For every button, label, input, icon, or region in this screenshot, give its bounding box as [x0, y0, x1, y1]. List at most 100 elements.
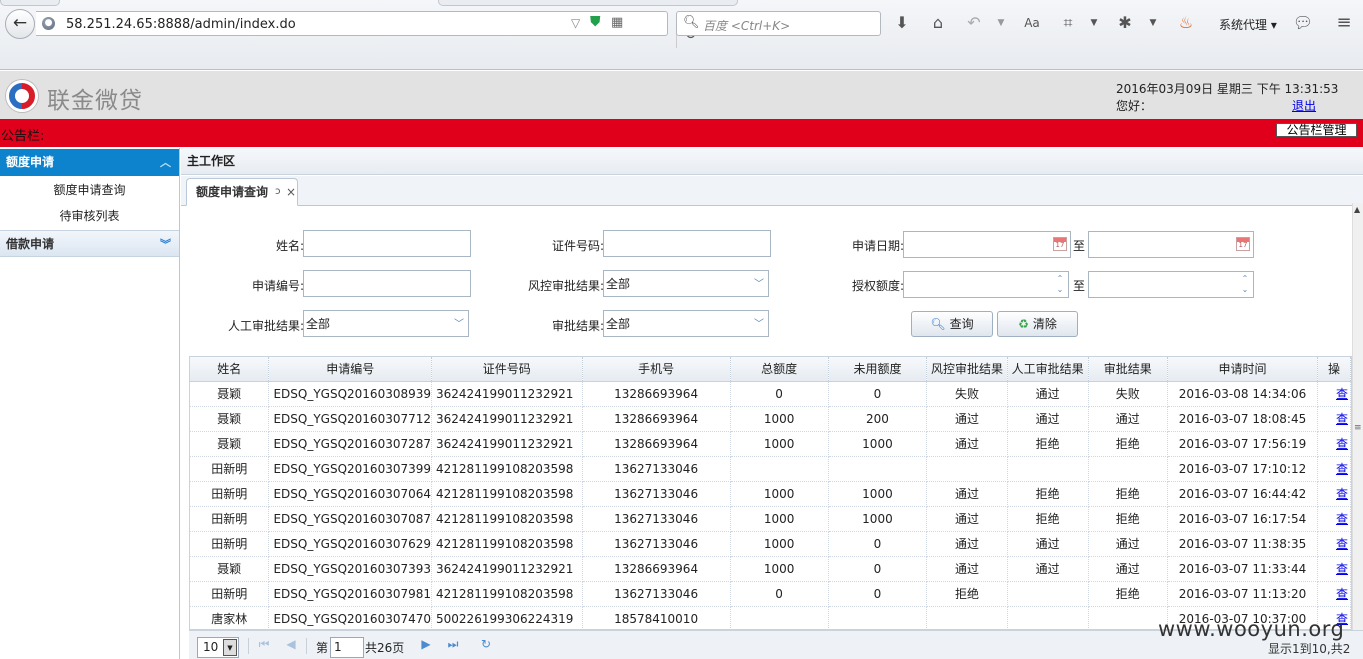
spinner-icon[interactable]: ⌃ ⌄	[1238, 273, 1252, 296]
sidebar-item-credit-query[interactable]: 额度申请查询	[0, 181, 179, 198]
column-header[interactable]: 操	[1317, 357, 1351, 382]
table-row[interactable]: 田新明 EDSQ_YGSQ20160307087 42128119910820359…	[190, 506, 1351, 532]
view-link[interactable]: 查	[1336, 512, 1348, 526]
view-link[interactable]: 查	[1336, 562, 1348, 576]
logout-link[interactable]: 退出	[1292, 97, 1316, 114]
notice-manage-button[interactable]: 公告栏管理	[1276, 123, 1357, 137]
workarea-title: 主工作区	[181, 148, 1363, 175]
refresh-icon[interactable]: ↻	[479, 637, 493, 651]
address-bar[interactable]: ● 58.251.24.65:8888/admin/index.do ▽ ⛊ ▦…	[36, 11, 697, 48]
apply-date-end-input[interactable]: 17	[1088, 231, 1254, 258]
browser-tab[interactable]	[438, 0, 738, 6]
last-page-icon[interactable]: ⏭	[446, 637, 460, 652]
sidebar-item-pending-review[interactable]: 待审核列表	[0, 207, 179, 224]
table-cell	[828, 606, 928, 629]
dropdown-icon[interactable]: ▼	[223, 639, 237, 656]
close-icon[interactable]: ×	[286, 179, 296, 205]
credit-min-input[interactable]: ⌃ ⌄	[903, 271, 1069, 298]
apply-date-start-input[interactable]: 17	[903, 231, 1071, 258]
column-header[interactable]: 未用额度	[828, 357, 928, 382]
scroll-up-icon[interactable]: ▲	[1354, 205, 1360, 214]
crop-icon[interactable]: ⌗	[1057, 12, 1079, 34]
table-row[interactable]: 聂颖 EDSQ_YGSQ20160308939 362424199011232921…	[190, 381, 1351, 407]
chevron-down-icon[interactable]: ︾	[160, 231, 171, 258]
first-page-icon[interactable]: ⏮	[257, 637, 271, 652]
fire-icon[interactable]: ♨	[1175, 12, 1197, 34]
column-header[interactable]: 申请编号	[268, 357, 433, 382]
dropdown-icon[interactable]: ▼	[1083, 12, 1105, 34]
apply-no-input[interactable]	[303, 270, 471, 297]
table-cell: 聂颖	[190, 381, 270, 407]
name-input[interactable]	[303, 230, 471, 257]
column-header[interactable]: 风控审批结果	[926, 357, 1008, 382]
back-button[interactable]: ←	[5, 9, 35, 39]
column-header[interactable]: 总额度	[730, 357, 829, 382]
page-number-input[interactable]: 1	[330, 637, 364, 658]
separator	[248, 638, 249, 654]
next-page-icon[interactable]: ▶	[419, 637, 433, 651]
chevron-down-icon[interactable]: ﹀	[754, 271, 764, 298]
tab-credit-query[interactable]: 额度申请查询 ↄ ×	[186, 178, 298, 206]
view-link[interactable]: 查	[1336, 412, 1348, 426]
chevron-down-icon[interactable]: ﹀	[754, 311, 764, 338]
page-size-select[interactable]: 10 ▼	[197, 637, 239, 658]
reader-icon[interactable]: Aa	[1021, 12, 1043, 34]
dropdown-arrow-icon[interactable]: ▽	[571, 16, 580, 30]
manual-result-select[interactable]: 全部 ﹀	[303, 310, 469, 337]
table-row[interactable]: 田新明 EDSQ_YGSQ20160307064 42128119910820359…	[190, 481, 1351, 507]
table-cell: 查	[1317, 581, 1351, 607]
query-button[interactable]: 🔍︎ 查询	[911, 311, 993, 337]
column-header[interactable]: 证件号码	[431, 357, 583, 382]
view-link[interactable]: 查	[1336, 537, 1348, 551]
table-cell: 13286693964	[582, 556, 731, 582]
sidebar-section-loan-apply[interactable]: 借款申请 ︾	[0, 230, 179, 257]
approve-result-select[interactable]: 全部 ﹀	[603, 310, 769, 337]
home-icon[interactable]: ⌂	[927, 12, 949, 34]
download-icon[interactable]: ⬇	[891, 12, 913, 34]
risk-result-select[interactable]: 全部 ﹀	[603, 270, 769, 297]
refresh-icon[interactable]: ↄ	[275, 179, 281, 205]
menu-icon[interactable]: ≡	[1333, 12, 1355, 34]
scroll-grip-icon[interactable]: ≡	[1354, 423, 1362, 433]
view-link[interactable]: 查	[1336, 437, 1348, 451]
search-box[interactable]: 🔍︎ 百度 <Ctrl+K>	[676, 11, 881, 36]
chevron-down-icon[interactable]: ﹀	[454, 311, 464, 338]
view-link[interactable]: 查	[1336, 587, 1348, 601]
column-header[interactable]: 申请时间	[1167, 357, 1318, 382]
table-row[interactable]: 聂颖 EDSQ_YGSQ20160307287 362424199011232921…	[190, 431, 1351, 457]
vertical-scrollbar[interactable]: ▲ ≡	[1352, 203, 1363, 659]
column-header[interactable]: 审批结果	[1088, 357, 1169, 382]
table-row[interactable]: 田新明 EDSQ_YGSQ20160307629 42128119910820359…	[190, 531, 1351, 557]
sidebar-section-credit-apply[interactable]: 额度申请 ︿	[0, 149, 179, 176]
table-cell: 1000	[730, 556, 829, 582]
column-header[interactable]: 手机号	[582, 357, 731, 382]
shield-icon[interactable]: ⛊	[590, 14, 601, 30]
table-row[interactable]: 田新明 EDSQ_YGSQ20160307399 42128119910820359…	[190, 456, 1351, 482]
browser-tab[interactable]	[0, 0, 60, 6]
dropdown-icon[interactable]: ▼	[1142, 12, 1164, 34]
view-link[interactable]: 查	[1336, 387, 1348, 401]
view-link[interactable]: 查	[1336, 462, 1348, 476]
table-cell: 通过	[1088, 406, 1169, 432]
chat-icon[interactable]: 💬︎	[1292, 12, 1314, 34]
calendar-icon[interactable]: 17	[1236, 237, 1250, 251]
column-header[interactable]: 人工审批结果	[1007, 357, 1089, 382]
column-header[interactable]: 姓名	[190, 357, 270, 382]
table-row[interactable]: 聂颖 EDSQ_YGSQ20160307393 362424199011232921…	[190, 556, 1351, 582]
prev-page-icon[interactable]: ◀	[284, 637, 298, 651]
table-row[interactable]: 聂颖 EDSQ_YGSQ20160307712 362424199011232921…	[190, 406, 1351, 432]
spinner-icon[interactable]: ⌃ ⌄	[1053, 273, 1067, 296]
qr-code-icon[interactable]: ▦	[611, 15, 623, 30]
view-link[interactable]: 查	[1336, 487, 1348, 501]
proxy-menu[interactable]: 系统代理 ▾	[1219, 16, 1277, 33]
dropdown-icon[interactable]: ▼	[990, 12, 1012, 34]
bug-icon[interactable]: ✱	[1114, 12, 1136, 34]
table-row[interactable]: 田新明 EDSQ_YGSQ20160307981 42128119910820359…	[190, 581, 1351, 607]
chevron-up-icon[interactable]: ︿	[160, 149, 171, 176]
calendar-icon[interactable]: 17	[1053, 237, 1067, 251]
credit-max-input[interactable]: ⌃ ⌄	[1088, 271, 1254, 298]
clear-button[interactable]: ♻ 清除	[997, 311, 1078, 337]
undo-icon[interactable]: ↶	[963, 12, 985, 34]
idno-input[interactable]	[603, 230, 771, 257]
table-cell: EDSQ_YGSQ20160308939	[268, 381, 433, 407]
